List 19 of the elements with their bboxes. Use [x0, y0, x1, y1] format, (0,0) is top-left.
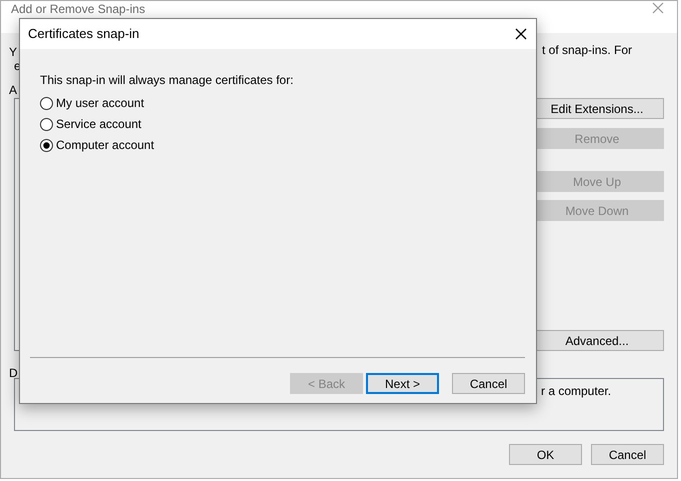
footer-button[interactable]: OK — [509, 444, 582, 465]
radio-label[interactable]: Service account — [56, 115, 142, 133]
radio-button[interactable] — [40, 118, 53, 130]
footer-button[interactable]: Cancel — [591, 444, 664, 465]
dialog-title: Certificates snap-in — [28, 25, 140, 44]
dialog-button[interactable]: Next > — [366, 373, 439, 394]
radio-label[interactable]: Computer account — [56, 136, 154, 154]
radio-label[interactable]: My user account — [56, 94, 144, 112]
dialog-button[interactable]: Cancel — [452, 373, 525, 394]
radio-button[interactable] — [40, 96, 53, 110]
intro-text: t of snap-ins. For — [542, 43, 632, 57]
window-title: Add or Remove Snap-ins — [11, 2, 146, 16]
radio-button[interactable] — [40, 138, 53, 152]
description-label: D — [9, 366, 18, 380]
prompt-text: This snap-in will always manage certificates for: — [40, 73, 294, 87]
list-label: A — [9, 83, 18, 97]
intro-text: Y — [9, 45, 18, 59]
description-text: r a computer. — [541, 384, 612, 398]
close-icon[interactable] — [515, 28, 527, 40]
